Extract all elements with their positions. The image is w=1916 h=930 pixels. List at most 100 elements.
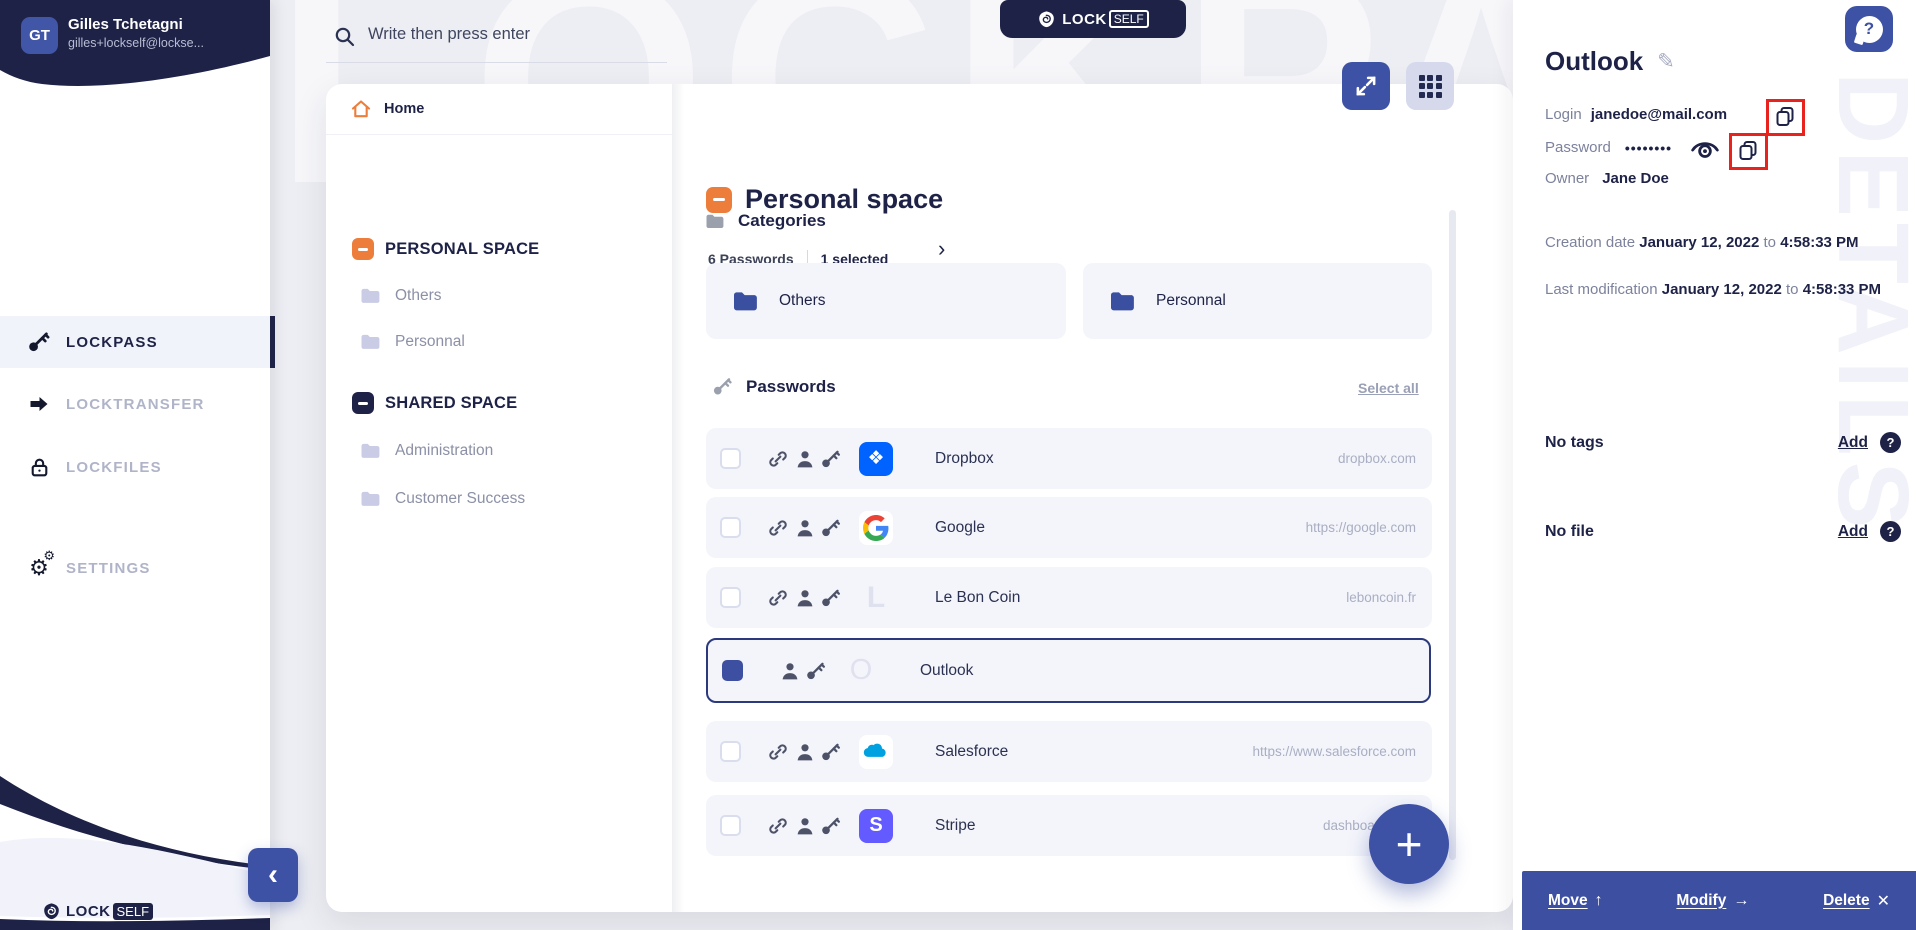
person-icon[interactable] xyxy=(779,660,801,682)
nav-folder-label: Administration xyxy=(395,442,494,459)
person-icon[interactable] xyxy=(794,741,816,763)
sidebar-item-locktransfer[interactable]: LOCKTRANSFER xyxy=(0,378,270,430)
key-icon[interactable] xyxy=(820,448,842,470)
sidebar-item-label: LOCKTRANSFER xyxy=(66,395,205,413)
row-checkbox[interactable] xyxy=(720,815,741,836)
key-icon xyxy=(26,329,52,355)
person-icon[interactable] xyxy=(794,448,816,470)
avatar[interactable]: GT xyxy=(21,17,58,54)
nav-section-personal-space[interactable]: PERSONAL SPACE xyxy=(352,238,539,260)
person-icon[interactable] xyxy=(794,517,816,539)
folder-icon xyxy=(361,491,380,506)
nav-section-shared-space[interactable]: SHARED SPACE xyxy=(352,392,517,414)
link-icon[interactable] xyxy=(767,815,789,837)
nav-home[interactable]: Home xyxy=(326,84,672,135)
password-name: Salesforce xyxy=(935,742,1009,760)
tags-help-icon[interactable]: ? xyxy=(1880,432,1901,453)
folder-icon xyxy=(734,291,757,310)
link-icon[interactable] xyxy=(767,448,789,470)
link-icon[interactable] xyxy=(767,587,789,609)
row-checkbox[interactable] xyxy=(720,448,741,469)
lockself-app: LOCKPASS GT Gilles Tchetagni gilles+lock… xyxy=(0,0,1916,930)
owner-row: Owner Jane Doe xyxy=(1545,170,1669,187)
password-row-dropbox[interactable]: ❖ Dropbox dropbox.com xyxy=(706,428,1432,489)
login-value: janedoe@mail.com xyxy=(1590,106,1728,123)
row-checkbox[interactable] xyxy=(720,741,741,762)
sidebar-item-settings[interactable]: ⚙ ⚙ SETTINGS xyxy=(0,542,270,594)
selection-action-bar: Move ↑ Modify → Delete ✕ xyxy=(1522,871,1916,930)
add-tag-link[interactable]: Add xyxy=(1838,434,1868,452)
select-all-link[interactable]: Select all xyxy=(1358,380,1419,396)
dropbox-logo: ❖ xyxy=(859,441,893,476)
no-tags-label: No tags xyxy=(1545,433,1604,451)
password-name: Le Bon Coin xyxy=(935,588,1021,606)
key-icon[interactable] xyxy=(820,587,842,609)
sidebar-item-lockpass[interactable]: LOCKPASS xyxy=(0,316,275,368)
row-checkbox[interactable] xyxy=(720,587,741,608)
reveal-password-eye-icon[interactable] xyxy=(1690,136,1720,162)
categories-header: Categories xyxy=(705,211,826,231)
password-row-outlook[interactable]: O Outlook xyxy=(706,638,1431,703)
sidebar-item-label: SETTINGS xyxy=(66,559,151,577)
nav-folder-customer-success[interactable]: Customer Success xyxy=(360,490,525,508)
add-file-link[interactable]: Add xyxy=(1838,523,1868,541)
main-content-card: Home PERSONAL SPACE › Others Personnal S… xyxy=(326,84,1513,912)
folder-icon xyxy=(361,334,380,349)
logo-self-text: SELF xyxy=(1108,10,1149,28)
personal-space-icon xyxy=(352,238,374,260)
sidebar-item-label: LOCKFILES xyxy=(66,458,162,476)
login-label: Login xyxy=(1545,106,1582,123)
password-name: Google xyxy=(935,518,985,536)
no-file-label: No file xyxy=(1545,522,1594,540)
password-mask: •••••••• xyxy=(1624,139,1673,156)
file-help-icon[interactable]: ? xyxy=(1880,521,1901,542)
nav-folder-personnal[interactable]: Personnal xyxy=(360,333,465,351)
sidebar-footer: LOCK SELF xyxy=(0,770,270,930)
lockself-shield-icon xyxy=(1039,10,1055,27)
nav-folder-administration[interactable]: Administration xyxy=(360,442,493,460)
person-icon[interactable] xyxy=(794,815,816,837)
nav-home-label: Home xyxy=(384,101,425,117)
creation-date: Creation date January 12, 2022 to 4:58:3… xyxy=(1545,234,1859,251)
chevron-right-icon[interactable]: › xyxy=(938,238,945,260)
key-icon[interactable] xyxy=(820,517,842,539)
delete-button[interactable]: Delete ✕ xyxy=(1823,891,1890,911)
search-input[interactable] xyxy=(366,24,660,45)
collapse-sidebar-button[interactable]: ‹ xyxy=(248,848,298,902)
key-icon[interactable] xyxy=(820,741,842,763)
folder-icon xyxy=(361,288,380,303)
expand-view-button[interactable] xyxy=(1342,62,1390,110)
nav-folder-label: Customer Success xyxy=(395,490,526,507)
google-logo xyxy=(859,510,893,545)
list-scrollbar[interactable] xyxy=(1449,210,1456,860)
password-row-google[interactable]: Google https://google.com xyxy=(706,497,1432,558)
folder-icon xyxy=(706,214,724,228)
person-icon[interactable] xyxy=(794,587,816,609)
password-row-salesforce[interactable]: Salesforce https://www.salesforce.com xyxy=(706,721,1432,782)
edit-pencil-icon[interactable]: ✎ xyxy=(1657,49,1675,74)
password-row-stripe[interactable]: S Stripe dashboard.strip xyxy=(706,795,1432,856)
move-button[interactable]: Move ↑ xyxy=(1548,892,1603,910)
categories-title: Categories xyxy=(738,211,826,230)
category-card-personnal[interactable]: Personnal xyxy=(1083,263,1432,339)
category-card-others[interactable]: Others xyxy=(706,263,1066,339)
key-icon[interactable] xyxy=(805,660,827,682)
password-row-leboncoin[interactable]: L Le Bon Coin leboncoin.fr xyxy=(706,567,1432,628)
key-icon[interactable] xyxy=(820,815,842,837)
add-password-button[interactable]: + xyxy=(1369,804,1449,884)
link-icon[interactable] xyxy=(767,741,789,763)
password-row: Password •••••••• xyxy=(1545,139,1672,156)
help-button[interactable]: ? xyxy=(1845,6,1893,52)
grid-view-button[interactable] xyxy=(1406,62,1454,110)
logo-lock-text: LOCK xyxy=(66,903,111,920)
key-icon xyxy=(713,378,732,395)
modify-button[interactable]: Modify → xyxy=(1676,892,1749,910)
column-divider xyxy=(672,84,684,912)
sidebar-item-lockfiles[interactable]: LOCKFILES xyxy=(0,441,270,493)
row-checkbox[interactable] xyxy=(722,660,743,681)
owner-value: Jane Doe xyxy=(1602,170,1669,187)
grid-icon xyxy=(1418,74,1442,98)
row-checkbox[interactable] xyxy=(720,517,741,538)
nav-folder-others[interactable]: Others xyxy=(360,287,442,305)
link-icon[interactable] xyxy=(767,517,789,539)
